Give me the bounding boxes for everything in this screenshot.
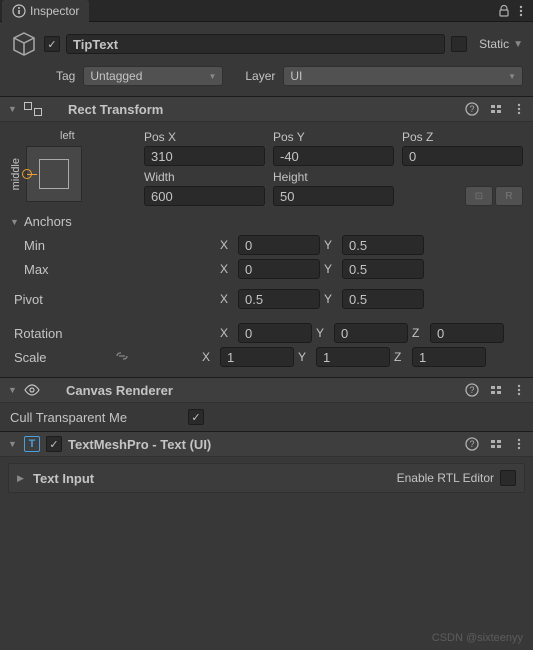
posz-label: Pos Z <box>402 130 523 144</box>
width-label: Width <box>144 170 265 184</box>
anchor-top-label: left <box>60 130 130 142</box>
pivot-label: Pivot <box>14 292 128 307</box>
anchors-foldout[interactable]: ▼ <box>10 217 20 227</box>
height-label: Height <box>273 170 394 184</box>
svg-text:?: ? <box>469 439 474 449</box>
width-input[interactable] <box>144 186 265 206</box>
scale-label: Scale <box>14 350 110 365</box>
rect-transform-foldout[interactable]: ▼ <box>8 104 18 114</box>
cull-transparent-checkbox[interactable] <box>188 409 204 425</box>
anchor-min-y-input[interactable] <box>342 235 424 255</box>
cull-transparent-label: Cull Transparent Me <box>10 410 180 425</box>
rect-transform-title: Rect Transform <box>68 102 459 117</box>
watermark-text: CSDN @sixteenyy <box>432 632 523 644</box>
name-input[interactable] <box>66 34 445 54</box>
pivot-x-input[interactable] <box>238 289 320 309</box>
component-menu-icon[interactable] <box>513 437 525 451</box>
anchors-label: Anchors <box>24 214 72 229</box>
help-icon[interactable]: ? <box>465 437 479 451</box>
height-input[interactable] <box>273 186 394 206</box>
text-input-foldout[interactable]: ▶ <box>17 473 27 484</box>
tag-label: Tag <box>56 69 75 83</box>
eye-icon <box>24 384 40 396</box>
tab-title: Inspector <box>30 4 79 18</box>
inspector-tab[interactable]: Inspector <box>2 0 89 22</box>
anchor-max-y-input[interactable] <box>342 259 424 279</box>
rotation-label: Rotation <box>14 326 128 341</box>
posy-label: Pos Y <box>273 130 394 144</box>
static-checkbox[interactable] <box>451 36 467 52</box>
scale-link-icon[interactable] <box>114 350 130 362</box>
tag-dropdown[interactable]: Untagged▼ <box>83 66 223 86</box>
tmp-title: TextMeshPro - Text (UI) <box>68 437 459 452</box>
preset-icon[interactable] <box>489 383 503 397</box>
rotation-x-input[interactable] <box>238 323 312 343</box>
lock-icon[interactable] <box>497 4 511 18</box>
pivot-y-input[interactable] <box>342 289 424 309</box>
svg-text:?: ? <box>469 385 474 395</box>
posy-input[interactable] <box>273 146 394 166</box>
posz-input[interactable] <box>402 146 523 166</box>
canvas-renderer-title: Canvas Renderer <box>66 383 459 398</box>
help-icon[interactable]: ? <box>465 383 479 397</box>
enabled-checkbox[interactable] <box>44 36 60 52</box>
anchor-min-x-input[interactable] <box>238 235 320 255</box>
static-label: Static <box>479 37 509 51</box>
static-dropdown-caret[interactable]: ▼ <box>513 39 523 50</box>
component-menu-icon[interactable] <box>513 383 525 397</box>
canvas-renderer-foldout[interactable]: ▼ <box>8 385 18 395</box>
anchor-preset-button[interactable] <box>26 146 82 202</box>
scale-z-input[interactable] <box>412 347 486 367</box>
gameobject-icon <box>10 30 38 58</box>
layer-label: Layer <box>245 69 275 83</box>
preset-icon[interactable] <box>489 102 503 116</box>
component-menu-icon[interactable] <box>513 102 525 116</box>
anchor-max-x-input[interactable] <box>238 259 320 279</box>
menu-icon[interactable] <box>515 4 527 18</box>
scale-x-input[interactable] <box>220 347 294 367</box>
tmp-enabled-checkbox[interactable] <box>46 436 62 452</box>
tmp-icon: T <box>24 436 40 452</box>
posx-input[interactable] <box>144 146 265 166</box>
min-label: Min <box>24 238 128 253</box>
text-input-label: Text Input <box>33 471 397 486</box>
rect-transform-icon <box>24 102 42 116</box>
layer-dropdown[interactable]: UI▼ <box>283 66 523 86</box>
rtl-checkbox[interactable] <box>500 470 516 486</box>
rtl-label: Enable RTL Editor <box>397 471 494 485</box>
svg-text:?: ? <box>469 104 474 114</box>
tmp-foldout[interactable]: ▼ <box>8 439 18 449</box>
preset-icon[interactable] <box>489 437 503 451</box>
rotation-y-input[interactable] <box>334 323 408 343</box>
posx-label: Pos X <box>144 130 265 144</box>
scale-y-input[interactable] <box>316 347 390 367</box>
anchor-side-label: middle <box>10 158 22 190</box>
raw-mode-button[interactable]: R <box>495 186 523 206</box>
blueprint-mode-button[interactable]: ⊡ <box>465 186 493 206</box>
tmp-text-input-panel[interactable]: ▶ Text Input Enable RTL Editor <box>8 463 525 493</box>
max-label: Max <box>24 262 128 277</box>
info-icon <box>12 4 26 18</box>
help-icon[interactable]: ? <box>465 102 479 116</box>
rotation-z-input[interactable] <box>430 323 504 343</box>
